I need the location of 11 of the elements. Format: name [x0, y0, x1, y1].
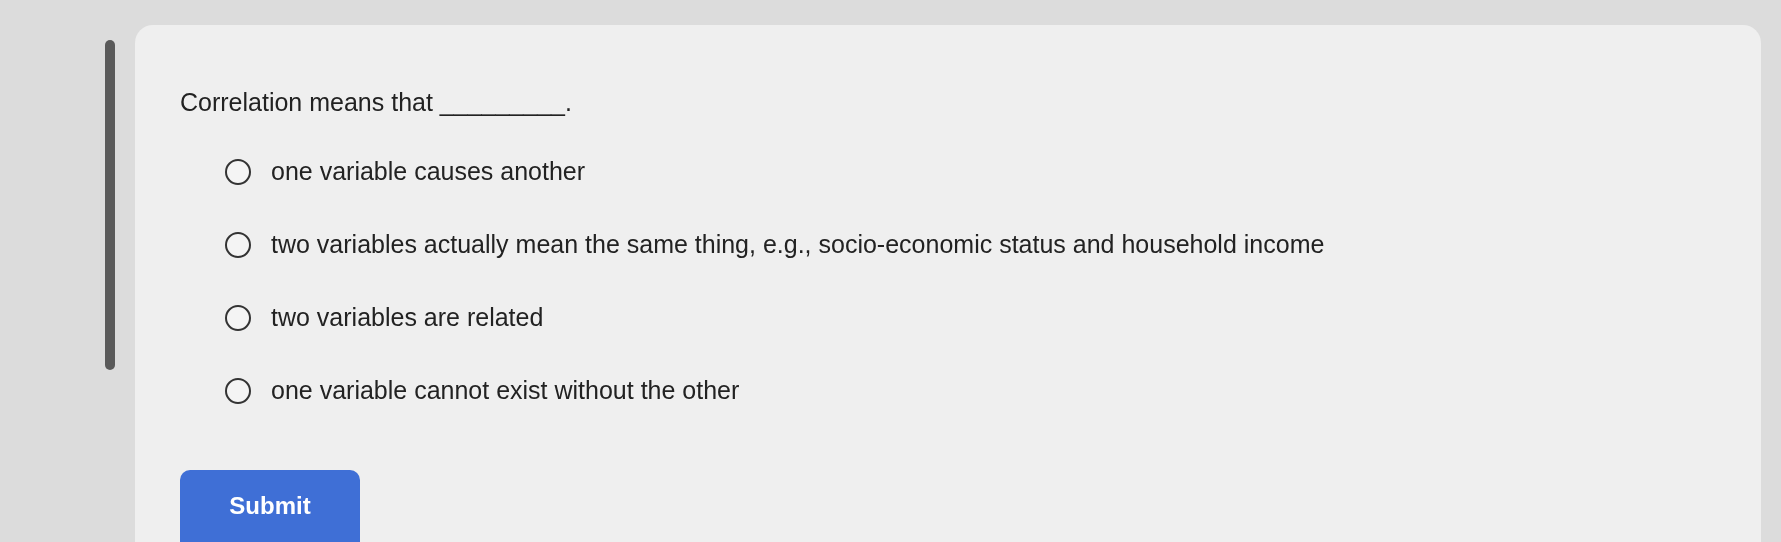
radio-button[interactable]: [225, 304, 251, 331]
option-label[interactable]: one variable causes another: [271, 157, 586, 186]
radio-button[interactable]: [225, 377, 251, 404]
scrollbar[interactable]: [105, 40, 115, 370]
radio-button[interactable]: [225, 158, 251, 185]
submit-button[interactable]: Submit: [180, 470, 360, 542]
question-text: Correlation means that _________.: [180, 88, 573, 117]
option-label[interactable]: one variable cannot exist without the other: [271, 376, 740, 405]
radio-button[interactable]: [225, 231, 251, 258]
option-label[interactable]: two variables actually mean the same thing, e.g., socio-economic status and household income: [271, 230, 1325, 259]
option-label[interactable]: two variables are related: [271, 303, 544, 332]
